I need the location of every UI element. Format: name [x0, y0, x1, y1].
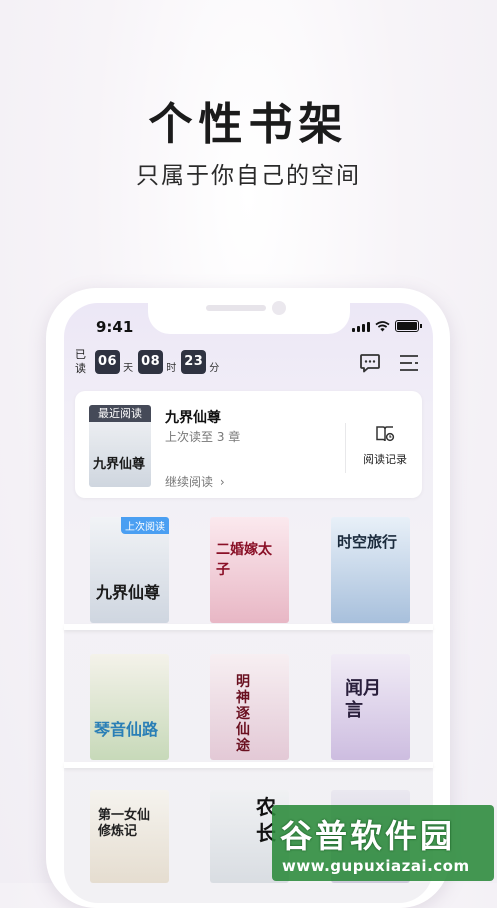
book-cover[interactable]: 九界仙尊 上次阅读: [90, 517, 169, 623]
book-cover-title: 明神逐仙途: [236, 674, 250, 754]
timer-days-unit: 天: [123, 362, 134, 374]
shelf-board: [64, 762, 433, 768]
wifi-icon: [375, 321, 390, 332]
book-cover-title: 琴音仙路: [94, 720, 159, 739]
shelf-board: [64, 624, 433, 630]
card-divider: [345, 423, 346, 473]
reading-timer-label: 已读: [75, 348, 86, 375]
recent-cover-title: 九界仙尊: [93, 457, 146, 472]
book-cover[interactable]: 闻月言: [331, 654, 410, 760]
book-cover-title: 九界仙尊: [96, 583, 161, 602]
book-cover[interactable]: 时空旅行: [331, 517, 410, 623]
reading-history-icon: [376, 426, 395, 442]
speaker-grille: [206, 305, 266, 311]
continue-reading-label: 继续阅读: [165, 475, 214, 489]
reading-history-label: 阅读记录: [363, 453, 407, 466]
book-cover[interactable]: 琴音仙路: [90, 654, 169, 760]
list-menu-icon[interactable]: [398, 352, 420, 374]
book-cover[interactable]: 第一女仙修炼记: [90, 790, 169, 883]
reading-history-button[interactable]: 阅读记录: [357, 425, 413, 467]
status-time: 9:41: [96, 318, 134, 336]
book-cover-title: 闻月言: [345, 678, 381, 721]
timer-minutes: 23: [181, 350, 207, 374]
timer-minutes-unit: 分: [209, 362, 220, 374]
recent-progress: 上次读至 3 章: [165, 430, 241, 444]
chevron-right-icon: ›: [219, 475, 225, 489]
book-cover[interactable]: 二婚嫁太子: [210, 517, 289, 623]
subheadline: 只属于你自己的空间: [136, 163, 361, 189]
watermark-url: www.gupuxiazai.com: [282, 857, 470, 875]
front-camera: [272, 301, 286, 315]
headline: 个性书架: [148, 99, 349, 150]
signal-icon: [352, 322, 370, 332]
book-cover-title: 二婚嫁太子: [216, 542, 272, 578]
book-cover-title: 第一女仙修炼记: [98, 808, 151, 839]
status-icons: [352, 320, 422, 332]
reading-timer: 06 天 08 时 23 分: [95, 350, 224, 374]
continue-reading-link[interactable]: 继续阅读 ›: [165, 473, 225, 490]
timer-hours-unit: 时: [166, 362, 177, 374]
book-cover[interactable]: 明神逐仙途: [210, 654, 289, 760]
last-read-badge: 上次阅读: [121, 517, 169, 534]
watermark-text: 谷普软件园: [280, 817, 456, 855]
battery-icon: [395, 320, 422, 332]
recent-reading-tag: 最近阅读: [89, 405, 151, 422]
book-cover-title: 时空旅行: [337, 533, 398, 551]
message-icon[interactable]: [359, 352, 381, 374]
recent-book-title[interactable]: 九界仙尊: [165, 407, 221, 427]
site-watermark: 谷普软件园 www.gupuxiazai.com: [272, 805, 494, 881]
timer-days: 06: [95, 350, 121, 374]
timer-hours: 08: [138, 350, 164, 374]
